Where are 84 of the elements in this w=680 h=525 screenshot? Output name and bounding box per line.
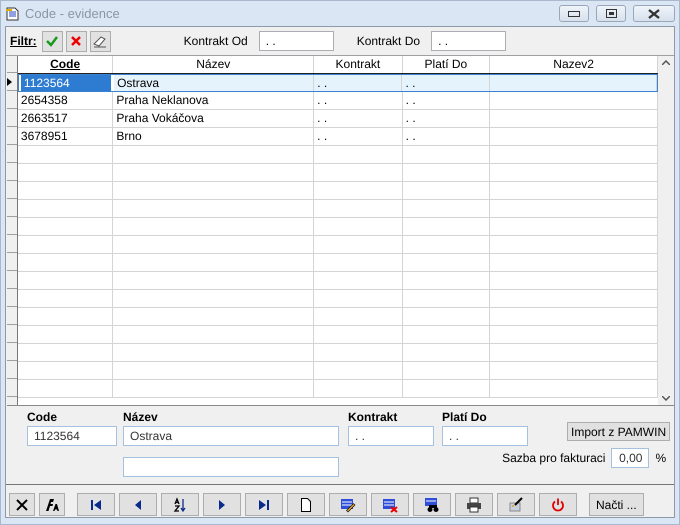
minimize-icon xyxy=(568,10,580,16)
column-header[interactable]: Code xyxy=(18,56,114,73)
edit-record-icon xyxy=(340,496,356,512)
minimize-button[interactable] xyxy=(559,5,589,22)
first-button[interactable] xyxy=(77,493,115,516)
name2-field[interactable] xyxy=(123,457,339,477)
cancel-button[interactable] xyxy=(9,493,35,516)
table-row[interactable]: 2663517 Praha Vokáčova . . . . xyxy=(18,110,658,128)
import-button[interactable]: Import z PAMWIN xyxy=(567,422,670,441)
code-label: Code xyxy=(27,410,58,424)
contract-field[interactable]: . . xyxy=(348,426,434,446)
table-cell: Praha Neklanova xyxy=(113,92,314,109)
name-label: Název xyxy=(123,410,159,424)
table-row[interactable]: 1123564 Ostrava . . . . xyxy=(18,74,658,92)
table-cell: . . xyxy=(402,75,490,91)
power-icon xyxy=(550,496,566,512)
window-title: Code - evidence xyxy=(25,6,121,21)
tools-icon xyxy=(508,496,524,512)
table-cell: . . xyxy=(314,128,403,145)
close-icon xyxy=(14,496,30,512)
scroll-up-icon[interactable] xyxy=(662,60,670,65)
table-cell: 3678951 xyxy=(18,128,114,145)
table-cell: 2654358 xyxy=(18,92,114,109)
font-button[interactable] xyxy=(39,493,65,516)
name-field[interactable]: Ostrava xyxy=(123,426,339,446)
apply-filter-button[interactable] xyxy=(42,30,63,52)
sort-icon xyxy=(172,496,188,512)
table-cell: Brno xyxy=(113,128,314,145)
find-button[interactable] xyxy=(413,493,451,516)
table-cell: . . xyxy=(402,110,490,127)
check-icon xyxy=(45,34,60,48)
last-button[interactable] xyxy=(245,493,283,516)
table-cell: Praha Vokáčova xyxy=(113,110,314,127)
edit-button[interactable] xyxy=(329,493,367,516)
close-button[interactable] xyxy=(633,5,675,22)
table-cell: 1123564 xyxy=(18,75,114,91)
valid-until-field[interactable]: . . xyxy=(442,426,528,446)
contract-to-field[interactable]: . . xyxy=(431,31,506,51)
cross-icon xyxy=(69,34,84,48)
percent-label: % xyxy=(655,451,666,465)
table-cell: Ostrava xyxy=(114,75,314,91)
maximize-icon xyxy=(606,9,616,18)
printer-icon xyxy=(466,496,482,512)
power-button[interactable] xyxy=(539,493,577,516)
next-button[interactable] xyxy=(203,493,241,516)
table-cell: . . xyxy=(402,92,490,109)
app-icon xyxy=(5,6,21,20)
sort-button[interactable] xyxy=(161,493,199,516)
prev-button[interactable] xyxy=(119,493,157,516)
column-header[interactable]: Kontrakt xyxy=(314,56,403,73)
new-document-icon xyxy=(298,496,314,512)
table-cell: 2663517 xyxy=(18,110,114,127)
maximize-button[interactable] xyxy=(596,5,626,22)
column-header[interactable]: Platí Do xyxy=(402,56,490,73)
load-button[interactable]: Načti ... xyxy=(589,493,644,516)
scroll-down-icon[interactable] xyxy=(662,396,670,401)
delete-record-icon xyxy=(382,496,398,512)
table-cell: . . xyxy=(314,92,403,109)
contract-from-field[interactable]: . . xyxy=(258,31,334,51)
delete-button[interactable] xyxy=(371,493,409,516)
print-button[interactable] xyxy=(455,493,493,516)
new-button[interactable] xyxy=(287,493,325,516)
table-cell: . . xyxy=(314,110,403,127)
eraser-icon xyxy=(92,34,108,48)
eraser-button[interactable] xyxy=(90,30,111,52)
table-cell: . . xyxy=(314,75,402,91)
tools-button[interactable] xyxy=(497,493,535,516)
column-header[interactable]: Název xyxy=(113,56,314,73)
binoculars-icon xyxy=(424,496,440,512)
font-icon xyxy=(44,496,60,512)
rate-field[interactable]: 0,00 xyxy=(611,448,650,468)
contract-label: Kontrakt xyxy=(348,410,398,424)
valid-until-label: Platí Do xyxy=(442,410,488,424)
close-icon xyxy=(648,8,660,18)
table-cell: . . xyxy=(402,128,490,145)
contract-to-label: Kontrakt Do xyxy=(356,34,420,48)
contract-from-label: Kontrakt Od xyxy=(184,34,248,48)
filter-label: Filtr: xyxy=(10,34,37,48)
table-row[interactable]: 2654358 Praha Neklanova . . . . xyxy=(18,92,658,110)
rate-label: Sazba pro fakturaci xyxy=(502,451,606,465)
clear-filter-button[interactable] xyxy=(66,30,87,52)
table-row[interactable]: 3678951 Brno . . . . xyxy=(18,128,658,146)
code-field[interactable]: 1123564 xyxy=(27,426,117,446)
row-pointer-icon xyxy=(7,78,12,86)
